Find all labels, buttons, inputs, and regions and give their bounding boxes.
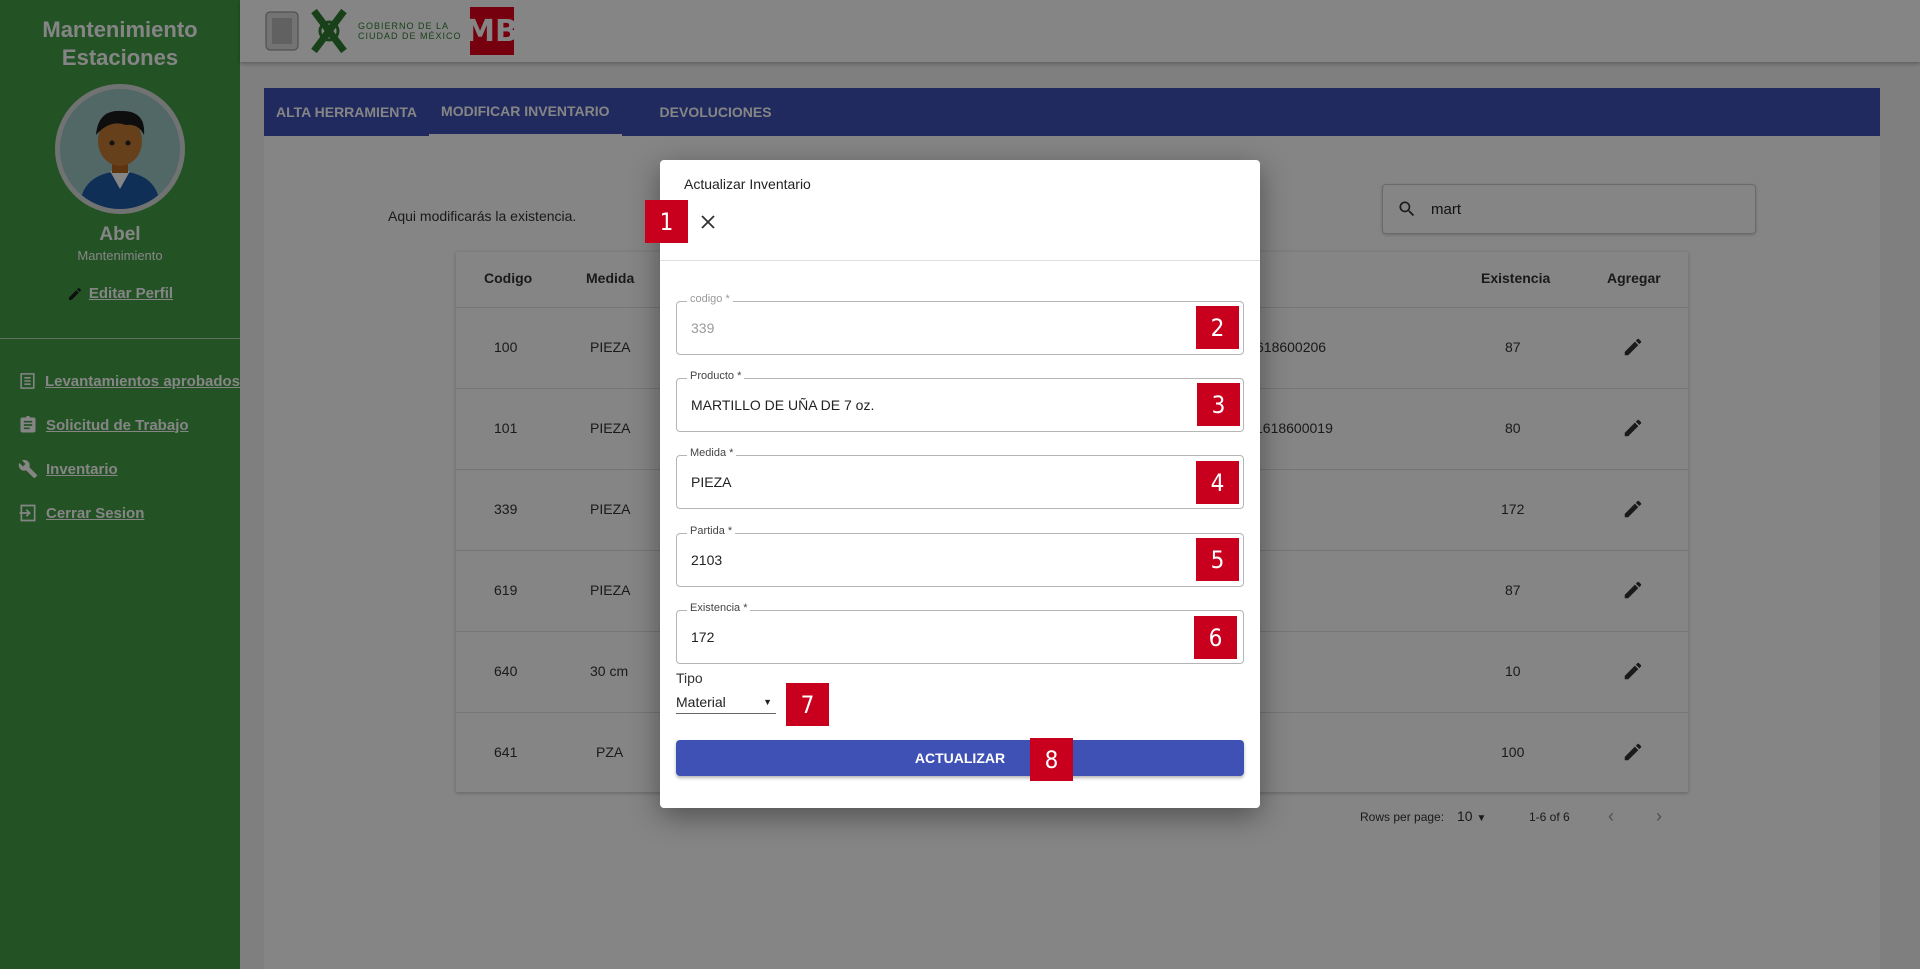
producto-field-label: Producto * <box>687 370 745 382</box>
marker-3: 3 <box>1197 383 1240 426</box>
close-button[interactable] <box>696 210 720 234</box>
tipo-value: Material <box>676 693 726 710</box>
tipo-label: Tipo <box>676 670 703 686</box>
marker-1: 1 <box>645 200 688 243</box>
codigo-field[interactable]: codigo * 339 <box>676 293 1244 355</box>
marker-5: 5 <box>1196 538 1239 581</box>
existencia-field-value: 172 <box>691 629 715 645</box>
close-icon <box>701 215 715 229</box>
existencia-field[interactable]: Existencia * 172 <box>676 602 1244 664</box>
existencia-field-label: Existencia * <box>687 602 751 614</box>
partida-field[interactable]: Partida * 2103 <box>676 525 1244 587</box>
partida-field-value: 2103 <box>691 552 723 568</box>
codigo-field-value: 339 <box>691 320 715 336</box>
marker-6: 6 <box>1194 616 1237 659</box>
marker-8: 8 <box>1030 738 1073 781</box>
actualizar-button[interactable]: ACTUALIZAR <box>676 740 1244 776</box>
partida-field-label: Partida * <box>687 525 736 537</box>
marker-2: 2 <box>1196 306 1239 349</box>
marker-7: 7 <box>786 683 829 726</box>
medida-field[interactable]: Medida * PIEZA <box>676 447 1244 509</box>
tipo-select[interactable]: Material ▼ <box>676 690 776 714</box>
dialog-title: Actualizar Inventario <box>684 176 811 192</box>
update-inventory-dialog: Actualizar Inventario codigo * 339 Produ… <box>660 160 1260 808</box>
dialog-divider <box>660 260 1260 261</box>
medida-field-label: Medida * <box>687 447 737 459</box>
producto-field[interactable]: Producto * MARTILLO DE UÑA DE 7 oz. <box>676 370 1244 432</box>
medida-field-value: PIEZA <box>691 474 732 490</box>
marker-4: 4 <box>1196 461 1239 504</box>
caret-down-icon: ▼ <box>763 696 772 707</box>
codigo-field-label: codigo * <box>687 293 733 305</box>
producto-field-value: MARTILLO DE UÑA DE 7 oz. <box>691 397 875 413</box>
